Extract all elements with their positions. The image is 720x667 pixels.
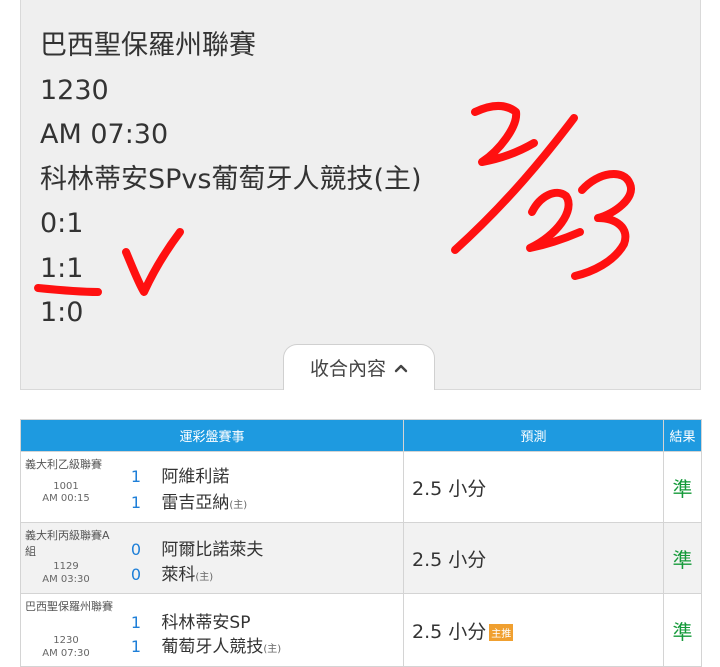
teams: 1 阿維利諾 1 雷吉亞納(主) xyxy=(116,452,403,522)
match-number: 1129 xyxy=(53,561,79,572)
featured-badge: 主推 xyxy=(489,623,514,641)
collapse-content-button[interactable]: 收合內容 xyxy=(283,344,435,390)
detail-time: AM 07:30 xyxy=(40,119,169,150)
match-time: AM 07:30 xyxy=(42,648,90,659)
prediction-cell: 2.5 小分 xyxy=(403,522,664,594)
prediction-value: 2.5 小分 xyxy=(412,548,487,571)
event-cell: 義大利丙級聯賽A組 1129 AM 03:30 0 阿爾比諾萊夫 0 萊科(主) xyxy=(20,522,404,594)
prediction-cell: 2.5 小分 xyxy=(403,451,664,523)
header-prediction: 預測 xyxy=(403,419,664,452)
league-info: 義大利乙級聯賽 1001 AM 00:15 xyxy=(21,452,116,522)
table-row[interactable]: 義大利乙級聯賽 1001 AM 00:15 1 阿維利諾 1 雷吉亞納(主) 2… xyxy=(20,451,702,523)
league-name: 義大利丙級聯賽A組 xyxy=(25,529,110,558)
away-score: 1 xyxy=(130,637,142,656)
event-cell: 義大利乙級聯賽 1001 AM 00:15 1 阿維利諾 1 雷吉亞納(主) xyxy=(20,451,404,523)
table-row[interactable]: 義大利丙級聯賽A組 1129 AM 03:30 0 阿爾比諾萊夫 0 萊科(主) xyxy=(20,522,702,594)
league-name: 巴西聖保羅州聯賽 xyxy=(25,600,113,613)
header-event: 運彩盤賽事 xyxy=(20,419,404,452)
score-option: 1:1 xyxy=(40,253,84,284)
host-tag: (主) xyxy=(229,500,248,511)
home-team: 阿爾比諾萊夫 xyxy=(161,540,264,560)
match-time: AM 00:15 xyxy=(42,493,90,504)
table-row[interactable]: 巴西聖保羅州聯賽 1230 AM 07:30 1 科林蒂安SP 1 葡萄牙人競技… xyxy=(20,593,702,667)
detail-league: 巴西聖保羅州聯賽 xyxy=(40,30,256,61)
away-team: 葡萄牙人競技 xyxy=(161,637,264,657)
away-team-row: 1 雷吉亞納(主) xyxy=(116,488,247,513)
prediction-value: 2.5 小分 xyxy=(412,620,487,643)
event-cell: 巴西聖保羅州聯賽 1230 AM 07:30 1 科林蒂安SP 1 葡萄牙人競技… xyxy=(20,593,404,667)
home-score: 1 xyxy=(130,467,142,486)
result-cell: 準 xyxy=(663,451,702,523)
chevron-up-icon xyxy=(394,364,408,372)
prediction-value: 2.5 小分 xyxy=(412,477,487,500)
away-team-row: 0 萊科(主) xyxy=(116,560,213,585)
teams: 0 阿爾比諾萊夫 0 萊科(主) xyxy=(116,523,403,593)
host-tag: (主) xyxy=(263,644,282,655)
home-score: 0 xyxy=(130,540,142,559)
match-detail-panel: 巴西聖保羅州聯賽 1230 AM 07:30 科林蒂安SPvs葡萄牙人競技(主)… xyxy=(20,0,701,390)
league-info: 義大利丙級聯賽A組 1129 AM 03:30 xyxy=(21,523,116,593)
header-result: 結果 xyxy=(663,419,702,452)
home-team-row: 0 阿爾比諾萊夫 xyxy=(116,535,264,560)
league-info: 巴西聖保羅州聯賽 1230 AM 07:30 xyxy=(21,594,116,666)
away-score: 1 xyxy=(130,493,142,512)
home-team: 科林蒂安SP xyxy=(161,613,251,633)
match-number: 1001 xyxy=(53,481,79,492)
teams: 1 科林蒂安SP 1 葡萄牙人競技(主) xyxy=(116,594,403,666)
away-team-row: 1 葡萄牙人競技(主) xyxy=(116,632,281,657)
league-name: 義大利乙級聯賽 xyxy=(25,458,102,471)
match-number: 1230 xyxy=(53,635,79,646)
away-score: 0 xyxy=(130,565,142,584)
collapse-label: 收合內容 xyxy=(309,358,386,380)
result-cell: 準 xyxy=(663,593,702,667)
detail-matchup: 科林蒂安SPvs葡萄牙人競技(主) xyxy=(40,164,422,195)
home-team: 阿維利諾 xyxy=(161,467,230,487)
prediction-cell: 2.5 小分 主推 xyxy=(403,593,664,667)
home-score: 1 xyxy=(130,613,142,632)
home-team-row: 1 科林蒂安SP xyxy=(116,608,251,633)
host-tag: (主) xyxy=(195,572,214,583)
score-option: 0:1 xyxy=(40,208,84,239)
match-time: AM 03:30 xyxy=(42,574,90,585)
home-team-row: 1 阿維利諾 xyxy=(116,462,230,487)
away-team: 萊科 xyxy=(161,565,196,585)
detail-match-no: 1230 xyxy=(40,75,109,106)
away-team: 雷吉亞納 xyxy=(161,493,230,513)
prediction-table: 運彩盤賽事 預測 結果 義大利乙級聯賽 1001 AM 00:15 1 阿維利諾 xyxy=(20,419,702,667)
score-option: 1:0 xyxy=(40,297,84,328)
result-cell: 準 xyxy=(663,522,702,594)
